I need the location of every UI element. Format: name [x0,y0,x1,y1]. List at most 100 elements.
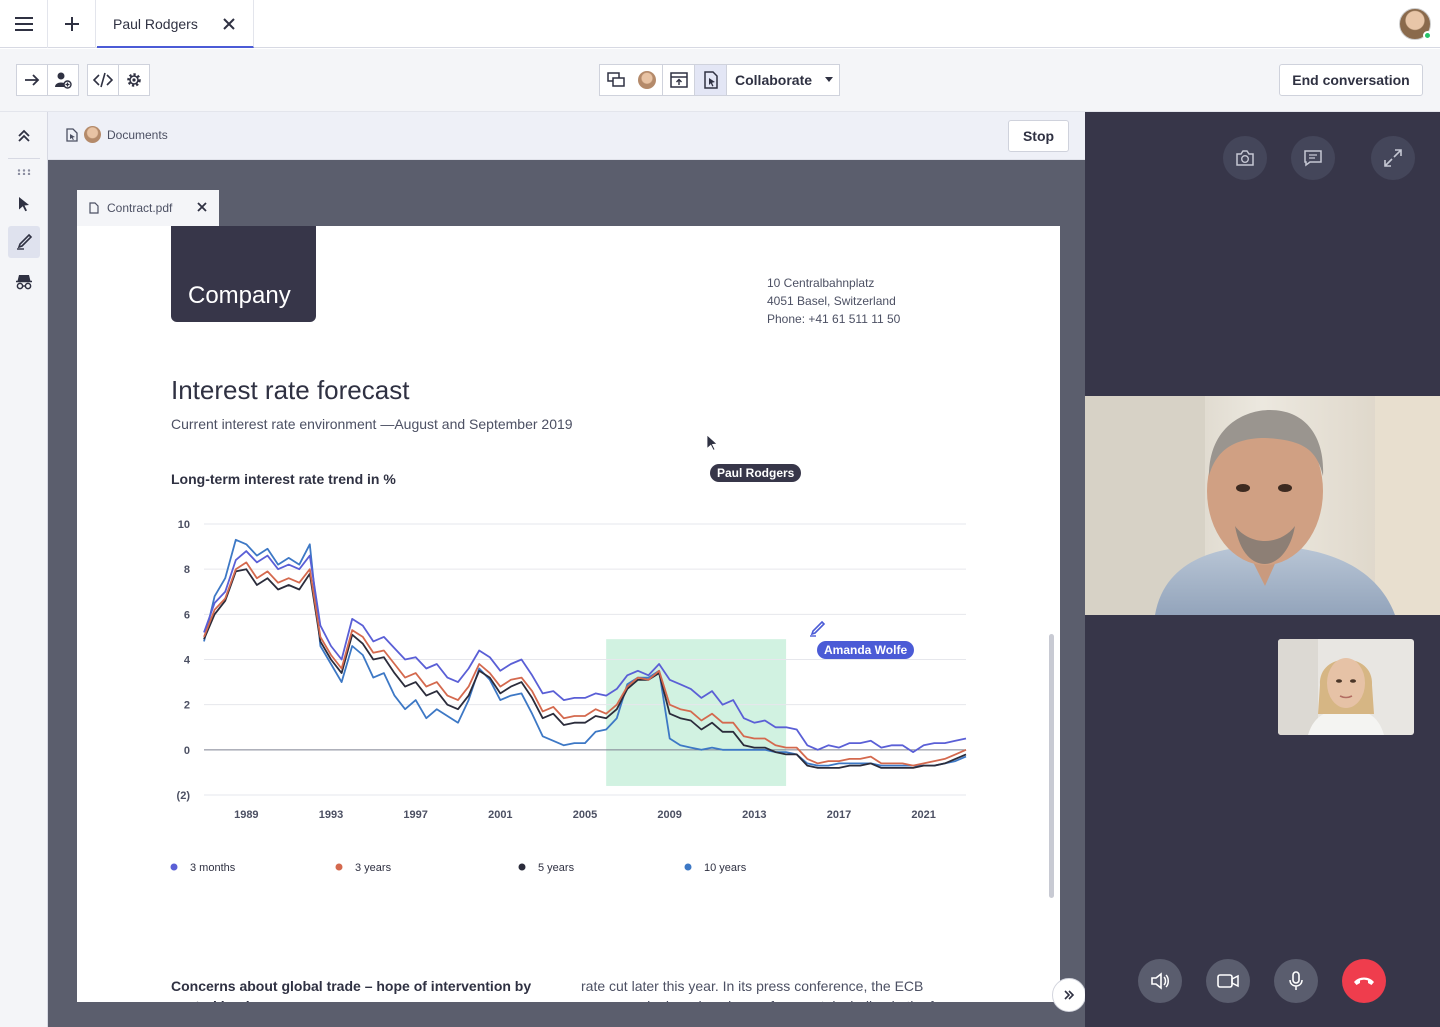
camera-button[interactable] [1206,959,1250,1003]
tool-sidebar [0,112,48,1027]
document-tab[interactable]: Contract.pdf [77,190,219,226]
x-tick-label: 1989 [234,809,258,821]
collapse-button[interactable] [8,120,40,152]
x-tick-label: 2021 [911,809,935,821]
highlight-region [606,639,787,786]
microphone-icon [1289,971,1303,990]
grip-dots-icon [17,169,31,175]
plus-icon [64,17,79,31]
stop-button[interactable]: Stop [1008,120,1069,152]
fullscreen-button[interactable] [1371,136,1415,180]
remote-video [1085,396,1440,615]
x-tick-label: 2017 [827,809,851,821]
remote-participant-video [1085,396,1440,615]
section-heading: Concerns about global trade – hope of in… [171,978,532,1002]
legend-label: 3 years [355,862,392,874]
add-participant-button[interactable] [47,64,79,96]
interest-rate-chart: 10 8 6 4 2 0 (2) 1989 1993 1997 2001 2005 2009 2013 20… [170,519,967,874]
vertical-scrollbar[interactable] [1049,634,1054,898]
x-tick-label: 2013 [742,809,766,821]
remote-pen-icon [810,620,826,637]
expand-panel-button[interactable] [1052,978,1086,1012]
drag-handle[interactable] [8,156,40,188]
cobrowse-button[interactable] [694,64,727,96]
body-text: rate cut later this year. In its press c… [581,978,958,1002]
end-conversation-button[interactable]: End conversation [1279,64,1423,96]
legend-label: 3 months [190,862,236,874]
chat-icon [1304,150,1322,167]
document-pointer-icon [703,71,718,89]
video-camera-icon [1217,974,1239,988]
menu-button[interactable] [0,0,48,48]
caret-down-icon [825,77,834,82]
camera-switch-icon [1236,150,1254,166]
legend-marker [518,863,526,871]
expand-icon [1384,149,1402,167]
y-tick-label: 10 [178,519,190,531]
settings-button[interactable] [118,64,150,96]
privacy-mask-tool[interactable] [8,266,40,298]
remote-cursor-icon [706,434,718,451]
breadcrumb: Documents [66,126,168,143]
y-tick-label: 0 [184,745,190,757]
participant-avatar [84,126,101,143]
series-line-5-years [203,568,967,769]
legend-label: 5 years [538,862,575,874]
y-tick-label: (2) [177,790,191,802]
double-chevron-up-icon [18,129,30,142]
close-icon[interactable] [221,16,237,32]
new-tab-button[interactable] [48,0,96,48]
legend-marker [335,863,343,871]
pen-tool[interactable] [8,226,40,258]
x-tick-label: 1997 [403,809,427,821]
phone-hangup-icon [1354,977,1374,985]
tab-label: Paul Rodgers [113,16,198,32]
x-tick-label: 2001 [488,809,512,821]
document-tab-label: Contract.pdf [107,201,173,215]
local-participant-video [1278,639,1414,735]
chat-button[interactable] [1291,136,1335,180]
remote-cursor-label-amanda: Amanda Wolfe [817,641,915,659]
collaborate-label: Collaborate [735,72,813,88]
upload-window-icon [669,72,688,88]
online-status-indicator [1423,31,1432,40]
remote-cursor-label-paul: Paul Rodgers [710,464,802,482]
speaker-icon [1151,972,1169,990]
participant-avatar [637,71,656,89]
y-tick-label: 6 [184,609,190,621]
documents-header: Documents Stop [48,112,1085,160]
file-icon [89,202,99,214]
pointer-tool[interactable] [8,188,40,220]
session-toolbar: Collaborate End conversation [0,49,1440,112]
legend-marker [684,863,692,871]
tab-bar: Paul Rodgers [0,0,1440,48]
legend-marker [170,863,178,871]
close-icon[interactable] [195,200,209,214]
microphone-button[interactable] [1274,959,1318,1003]
x-tick-label: 1993 [319,809,343,821]
incognito-icon [16,275,32,290]
upload-document-button[interactable] [662,64,695,96]
embed-code-button[interactable] [87,64,119,96]
document-viewer: Contract.pdf Company 10 Centralbahnplatz… [48,160,1086,1027]
cursor-arrow-icon [19,197,29,212]
legend-label: 10 years [704,862,747,874]
gear-icon [127,73,141,87]
local-video [1278,639,1414,735]
add-user-icon [55,72,72,89]
arrow-right-icon [25,74,40,86]
series-line-3-years [203,561,967,767]
y-tick-label: 4 [184,655,191,667]
video-panel [1085,112,1440,1027]
collaborate-dropdown[interactable]: Collaborate [726,64,840,96]
screen-share-button[interactable] [599,64,663,96]
tab-paul-rodgers[interactable]: Paul Rodgers [97,0,254,48]
transfer-button[interactable] [16,64,48,96]
x-tick-label: 2009 [657,809,681,821]
hang-up-button[interactable] [1342,959,1386,1003]
document-share-icon [66,127,78,142]
code-icon [93,72,113,88]
snapshot-button[interactable] [1223,136,1267,180]
pen-icon [17,233,33,250]
speaker-button[interactable] [1138,959,1182,1003]
